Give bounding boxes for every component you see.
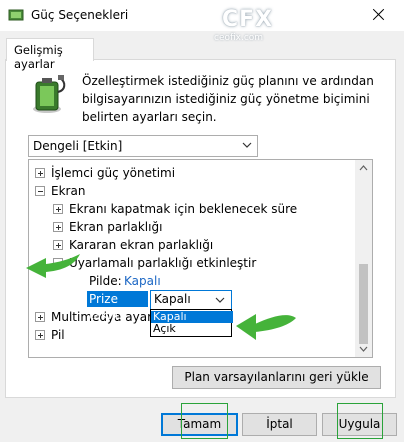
arrow-left-icon [26,254,80,278]
tab-advanced-settings[interactable]: Gelişmiş ayarlar [6,38,94,71]
arrow-right-icon [236,314,296,340]
tab-label: Gelişmiş ayarlar [14,43,63,71]
